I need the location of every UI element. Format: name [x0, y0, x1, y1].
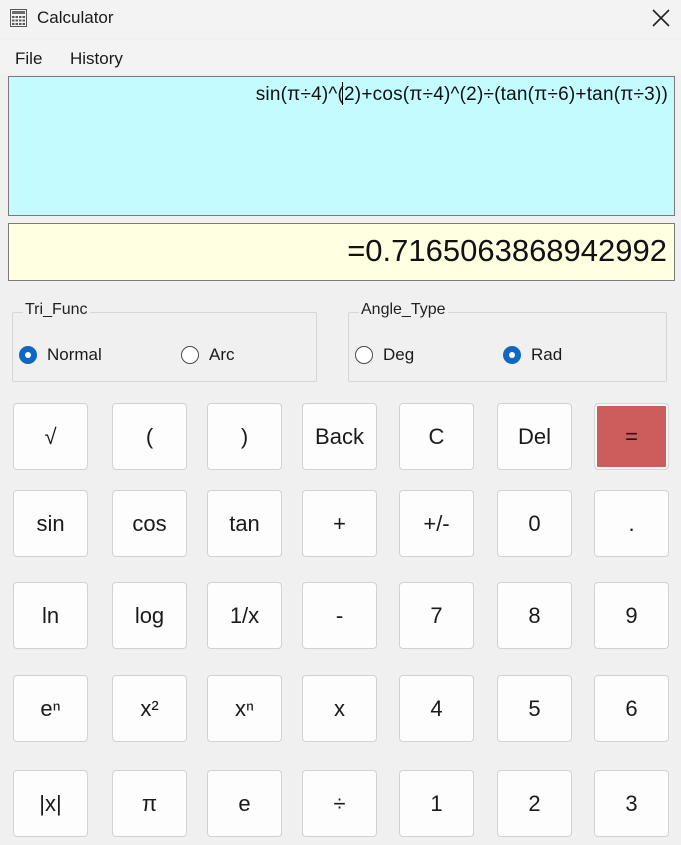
sin-button[interactable]: sin — [13, 490, 88, 557]
window-title: Calculator — [37, 8, 114, 27]
text-caret — [342, 82, 343, 105]
radio-deg[interactable]: Deg — [355, 345, 414, 365]
abs-button[interactable]: |x| — [13, 770, 88, 837]
angle-type-label: Angle_Type — [359, 301, 448, 319]
digit-9-button[interactable]: 9 — [594, 582, 669, 649]
divide-button[interactable]: ÷ — [302, 770, 377, 837]
digit-3-button[interactable]: 3 — [594, 770, 669, 837]
reciprocal-button[interactable]: 1/x — [207, 582, 282, 649]
equals-button[interactable]: = — [594, 403, 669, 470]
open-paren-button[interactable]: ( — [112, 403, 187, 470]
ln-button[interactable]: ln — [13, 582, 88, 649]
radio-normal-label: Normal — [47, 345, 102, 364]
tri-func-group: Tri_Func Normal Arc — [12, 301, 317, 382]
delete-button[interactable]: Del — [497, 403, 572, 470]
tri-func-label: Tri_Func — [23, 301, 90, 319]
log-button[interactable]: log — [112, 582, 187, 649]
angle-type-group: Angle_Type Deg Rad — [348, 301, 667, 382]
plus-button[interactable]: + — [302, 490, 377, 557]
result-text: =0.7165063868942992 — [347, 233, 667, 268]
pi-button[interactable]: π — [112, 770, 187, 837]
square-button[interactable]: x² — [112, 675, 187, 742]
menu-bar: File History — [0, 40, 681, 74]
radio-rad[interactable]: Rad — [503, 345, 562, 365]
radio-rad-indicator[interactable] — [503, 346, 521, 364]
minus-button[interactable]: - — [302, 582, 377, 649]
menu-file[interactable]: File — [15, 49, 42, 69]
title-bar: Calculator — [0, 0, 681, 38]
calculator-icon — [10, 9, 27, 27]
negate-button[interactable]: +/- — [399, 490, 474, 557]
radio-arc[interactable]: Arc — [181, 345, 235, 365]
cos-button[interactable]: cos — [112, 490, 187, 557]
close-paren-button[interactable]: ) — [207, 403, 282, 470]
radio-normal[interactable]: Normal — [19, 345, 102, 365]
radio-arc-indicator[interactable] — [181, 346, 199, 364]
digit-4-button[interactable]: 4 — [399, 675, 474, 742]
clear-button[interactable]: C — [399, 403, 474, 470]
digit-2-button[interactable]: 2 — [497, 770, 572, 837]
digit-6-button[interactable]: 6 — [594, 675, 669, 742]
digit-0-button[interactable]: 0 — [497, 490, 572, 557]
power-button[interactable]: xⁿ — [207, 675, 282, 742]
menu-history[interactable]: History — [70, 49, 123, 69]
exp-n-button[interactable]: eⁿ — [13, 675, 88, 742]
digit-7-button[interactable]: 7 — [399, 582, 474, 649]
result-display: =0.7165063868942992 — [8, 223, 675, 281]
digit-1-button[interactable]: 1 — [399, 770, 474, 837]
e-button[interactable]: e — [207, 770, 282, 837]
close-button[interactable] — [645, 4, 677, 32]
radio-deg-label: Deg — [383, 345, 415, 364]
back-button[interactable]: Back — [302, 403, 377, 470]
radio-rad-label: Rad — [531, 345, 563, 364]
digit-5-button[interactable]: 5 — [497, 675, 572, 742]
sqrt-button[interactable]: √ — [13, 403, 88, 470]
radio-arc-label: Arc — [209, 345, 235, 364]
close-icon — [652, 9, 670, 27]
multiply-button[interactable]: x — [302, 675, 377, 742]
expression-text: sin(π÷4)^(2)+cos(π÷4)^(2)÷(tan(π÷6)+tan(… — [255, 84, 668, 105]
digit-8-button[interactable]: 8 — [497, 582, 572, 649]
radio-normal-indicator[interactable] — [19, 346, 37, 364]
decimal-button[interactable]: . — [594, 490, 669, 557]
tan-button[interactable]: tan — [207, 490, 282, 557]
radio-deg-indicator[interactable] — [355, 346, 373, 364]
